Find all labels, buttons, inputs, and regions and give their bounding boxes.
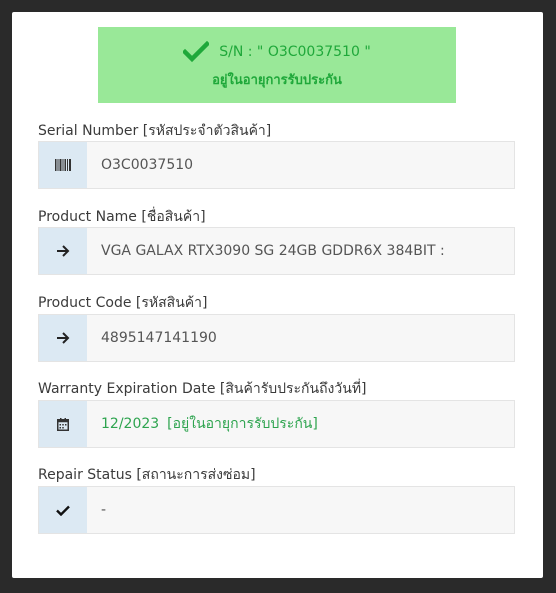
product-name-field: VGA GALAX RTX3090 SG 24GB GDDR6X 384BIT …: [38, 227, 515, 275]
product-code-label: Product Code [รหัสสินค้า]: [38, 295, 208, 311]
serial-number-field: O3C0037510: [38, 141, 515, 189]
warranty-status-banner: S/N : " O3C0037510 " อยู่ในอายุการรับประ…: [98, 27, 456, 103]
arrow-right-icon: [57, 332, 70, 344]
repair-status-label: Repair Status [สถานะการส่งซ่อม]: [38, 467, 256, 483]
repair-status-field: -: [38, 486, 515, 534]
serial-number-value: O3C0037510: [101, 157, 194, 173]
check-icon: [183, 41, 210, 63]
product-name-value: VGA GALAX RTX3090 SG 24GB GDDR6X 384BIT …: [101, 243, 445, 259]
arrow-right-icon: [57, 245, 70, 257]
barcode-icon: [55, 159, 71, 171]
serial-number-label: Serial Number [รหัสประจำตัวสินค้า]: [38, 123, 272, 139]
product-name-label: Product Name [ชื่อสินค้า]: [38, 209, 206, 225]
product-code-field: 4895147141190: [38, 314, 515, 362]
warranty-date: 12/2023: [101, 416, 160, 432]
repair-status-value: -: [101, 502, 107, 518]
warranty-status-message: อยู่ในอายุการรับประกัน: [212, 73, 342, 88]
check-icon: [56, 505, 70, 516]
warranty-check-modal: S/N : " O3C0037510 " อยู่ในอายุการรับประ…: [12, 12, 543, 578]
calendar-icon: [57, 417, 69, 431]
warranty-date-field: 12/2023 [อยู่ในอายุการรับประกัน]: [38, 400, 515, 448]
serial-number-status: S/N : " O3C0037510 ": [219, 44, 371, 60]
warranty-note: [อยู่ในอายุการรับประกัน]: [167, 416, 318, 432]
product-code-value: 4895147141190: [101, 330, 217, 346]
warranty-date-label: Warranty Expiration Date [สินค้ารับประกั…: [38, 381, 367, 397]
warranty-date-value: 12/2023 [อยู่ในอายุการรับประกัน]: [101, 401, 506, 447]
